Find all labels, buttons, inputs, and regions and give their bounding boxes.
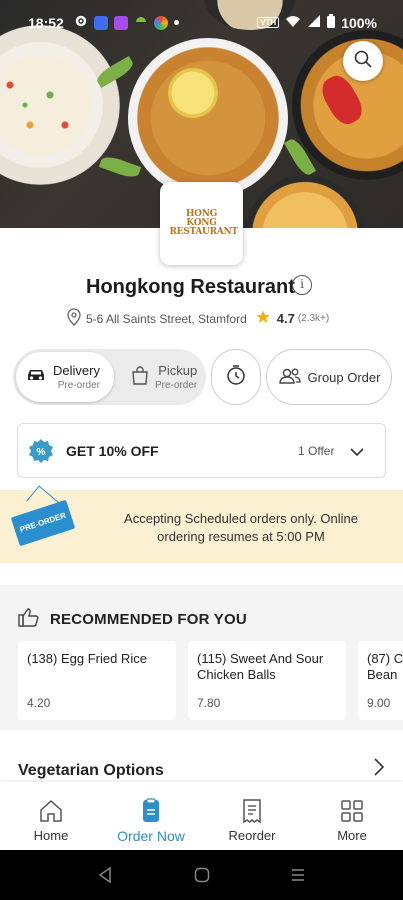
item-price: 9.00: [367, 696, 391, 710]
home-icon: [38, 798, 64, 824]
banner-message: Accepting Scheduled orders only. Online …: [124, 511, 358, 544]
recommended-item-card[interactable]: (138) Egg Fried Rice 4.20: [18, 641, 176, 720]
star-icon: [255, 309, 271, 328]
home-circle-icon[interactable]: [194, 867, 210, 888]
svg-text:%: %: [37, 447, 46, 458]
rating[interactable]: 4.7 (2.3k+): [255, 309, 329, 328]
delivery-option[interactable]: Delivery Pre-order: [16, 352, 114, 402]
chevron-right-icon: [373, 758, 385, 781]
group-order-button[interactable]: Group Order: [266, 349, 392, 405]
order-icon: [138, 798, 164, 824]
back-icon[interactable]: [98, 866, 112, 888]
delivery-sublabel: Pre-order: [57, 380, 100, 391]
schedule-button[interactable]: [211, 349, 261, 405]
category-title: Vegetarian Options: [18, 762, 164, 779]
nav-label: Order Now: [117, 828, 185, 844]
recommended-item-card[interactable]: (87) Chicken In Beef Bean 9.00: [358, 641, 403, 720]
status-time: 18:52: [28, 15, 64, 31]
restaurant-address[interactable]: 5-6 All Saints Street, Stamford: [86, 312, 247, 326]
address-rating-row: 5-6 All Saints Street, Stamford 4.7 (2.3…: [66, 308, 329, 329]
search-button[interactable]: [343, 41, 383, 81]
recommended-item-card[interactable]: (115) Sweet And Sour Chicken Balls 7.80: [188, 641, 346, 720]
grid-icon: [339, 798, 365, 824]
order-mode-toggle: Delivery Pre-order Pickup Pre-order: [13, 349, 206, 405]
battery-icon: [327, 14, 336, 31]
location-pin-icon: [66, 308, 82, 329]
offer-card[interactable]: % GET 10% OFF 1 Offer: [17, 423, 386, 478]
app-notification-icon: [94, 15, 108, 30]
nav-label: Home: [33, 828, 69, 843]
vegetarian-category-row[interactable]: Vegetarian Options: [0, 740, 403, 785]
car-icon: [25, 367, 47, 388]
item-name: (87) Chicken In Beef Bean: [367, 651, 403, 682]
item-price: 7.80: [197, 696, 221, 710]
recommended-header: RECOMMENDED FOR YOU: [18, 607, 247, 631]
search-icon: [353, 49, 373, 74]
system-navigation-bar: [0, 850, 403, 900]
timer-icon: [224, 363, 248, 392]
offer-title: GET 10% OFF: [66, 442, 159, 459]
shopping-bag-icon: [131, 365, 149, 390]
recommended-heading: RECOMMENDED FOR YOU: [50, 610, 247, 628]
chevron-down-icon: [350, 444, 364, 462]
nav-order-now[interactable]: Order Now: [101, 782, 201, 850]
settings-gear-icon: [74, 14, 88, 31]
status-bar: 18:52 VTH 100%: [0, 0, 403, 48]
rating-value: 4.7: [276, 311, 295, 326]
nav-home[interactable]: Home: [1, 782, 101, 850]
wifi-icon: [285, 14, 301, 31]
bottom-navigation: Home Order Now Reorder More: [0, 782, 403, 850]
item-name: (138) Egg Fried Rice: [27, 651, 147, 666]
restaurant-name: Hongkong Restaurant: [86, 276, 295, 298]
pickup-label: Pickup: [158, 363, 198, 378]
restaurant-logo: HONG KONG RESTAURANT: [160, 182, 243, 265]
thumbs-up-icon: [18, 607, 40, 631]
nav-reorder[interactable]: Reorder: [202, 782, 302, 850]
signal-icon: [307, 14, 321, 31]
preorder-tag: PRE-ORDER: [10, 499, 76, 547]
nav-label: More: [337, 828, 367, 843]
discount-badge-icon: %: [28, 438, 54, 464]
receipt-icon: [239, 798, 265, 824]
info-icon[interactable]: i: [292, 275, 312, 295]
item-price: 4.20: [27, 696, 51, 710]
recommended-section: RECOMMENDED FOR YOU (138) Egg Fried Rice…: [0, 585, 403, 730]
nav-label: Reorder: [228, 828, 276, 843]
network-label: VTH: [257, 17, 280, 28]
delivery-label: Delivery: [53, 363, 100, 378]
offer-count: 1 Offer: [298, 443, 335, 458]
pickup-option[interactable]: Pickup Pre-order: [117, 352, 203, 402]
group-order-label: Group Order: [307, 369, 381, 385]
item-name: (115) Sweet And Sour Chicken Balls: [197, 651, 324, 682]
app-notification-icon: [114, 15, 128, 30]
restaurant-logo-text: HONG KONG RESTAURANT: [169, 209, 239, 237]
recents-icon[interactable]: [290, 867, 306, 888]
chrome-icon: [154, 15, 168, 30]
rating-count: (2.3k+): [297, 313, 330, 324]
pickup-sublabel: Pre-order: [155, 380, 198, 391]
more-notifications-dot-icon: [174, 20, 179, 25]
battery-percent: 100%: [341, 14, 377, 31]
nav-more[interactable]: More: [302, 782, 402, 850]
android-icon: [134, 14, 148, 31]
group-people-icon: [278, 367, 302, 388]
preorder-banner: PRE-ORDER Accepting Scheduled orders onl…: [0, 485, 403, 563]
